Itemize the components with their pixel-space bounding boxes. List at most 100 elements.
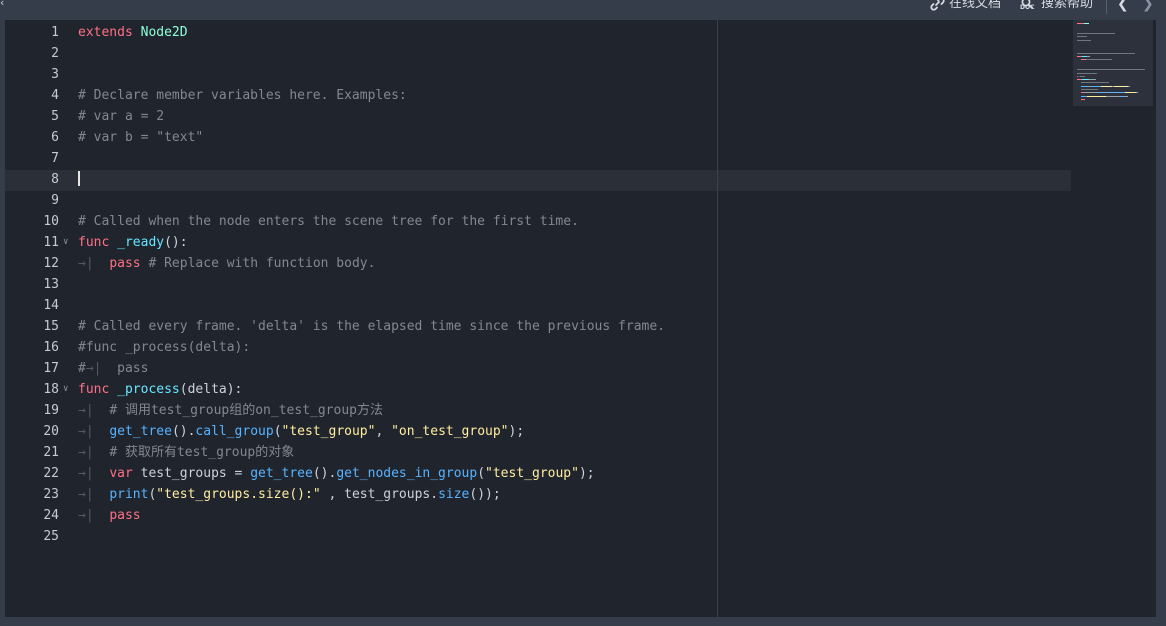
code-line[interactable]: 14 xyxy=(5,295,1071,316)
code-line[interactable]: 2 xyxy=(5,43,1071,64)
code-line[interactable]: 3 xyxy=(5,64,1071,85)
code-line[interactable]: 7 xyxy=(5,148,1071,169)
prev-script-button[interactable]: ❮ xyxy=(1117,0,1129,11)
code-token: pass xyxy=(109,256,141,271)
code-line[interactable]: 9 xyxy=(5,190,1071,211)
code-line[interactable]: 18 ∨ func _process(delta): xyxy=(5,379,1071,400)
next-script-button[interactable]: ❯ xyxy=(1142,0,1154,11)
line-number: 12 xyxy=(43,256,59,271)
code-text: # Declare member variables here. Example… xyxy=(78,85,407,106)
code-line[interactable]: 24 →| pass xyxy=(5,505,1071,526)
line-number: 10 xyxy=(43,214,59,229)
minimap-stroke xyxy=(1098,92,1105,94)
online-docs-button[interactable]: 在线文档 xyxy=(930,0,1001,12)
code-token: _process xyxy=(117,382,180,397)
code-line[interactable]: 6 # var b = "text" xyxy=(5,127,1071,148)
minimap-stroke xyxy=(1077,39,1091,41)
code-line[interactable]: 4 # Declare member variables here. Exampl… xyxy=(5,85,1071,106)
code-token: # Called every frame. 'delta' is the ela… xyxy=(78,319,665,334)
code-line[interactable]: 15 # Called every frame. 'delta' is the e… xyxy=(5,316,1071,337)
code-line[interactable]: 25 xyxy=(5,526,1071,547)
minimap-stroke xyxy=(1081,82,1109,84)
line-number: 13 xyxy=(43,277,59,292)
line-number: 20 xyxy=(43,424,59,439)
line-number: 4 xyxy=(51,88,59,103)
code-token: pass xyxy=(109,508,141,523)
code-text: →| # 调用test_group组的on_test_group方法 xyxy=(78,400,383,421)
toolbar-separator xyxy=(1106,0,1107,14)
code-line[interactable]: 1 extends Node2D xyxy=(5,22,1071,43)
code-line[interactable]: 16 #func _process(delta): xyxy=(5,337,1071,358)
minimap-stroke xyxy=(1077,52,1135,54)
code-line[interactable]: 10 # Called when the node enters the scen… xyxy=(5,211,1071,232)
minimap-stroke xyxy=(1128,85,1130,87)
tab-indicator-icon: →| xyxy=(78,487,110,502)
code-text: func _process(delta): xyxy=(78,379,242,400)
line-number: 16 xyxy=(43,340,59,355)
code-token: # xyxy=(78,361,86,376)
search-doc-icon: DOC xyxy=(1020,0,1037,11)
editor-toolbar: ‹ 在线文档 DOC 搜索帮助 ❮ ❯ xyxy=(0,0,1166,20)
tab-indicator-icon: →| xyxy=(78,466,110,481)
code-line[interactable]: 11 ∨ func _ready(): xyxy=(5,232,1071,253)
minimap-stroke xyxy=(1087,95,1106,97)
fold-arrow-icon[interactable]: ∨ xyxy=(63,379,68,400)
code-token: var xyxy=(109,466,133,481)
code-line[interactable]: 17 #→| pass xyxy=(5,358,1071,379)
code-token: (): xyxy=(164,235,188,250)
code-token: _ready xyxy=(117,235,165,250)
code-minimap[interactable] xyxy=(1073,20,1153,106)
search-help-button[interactable]: DOC 搜索帮助 xyxy=(1020,0,1093,12)
code-line[interactable]: 13 xyxy=(5,274,1071,295)
code-line[interactable]: 5 # var a = 2 xyxy=(5,106,1071,127)
code-token: "test_group" xyxy=(485,466,579,481)
code-token: # Called when the node enters the scene … xyxy=(78,214,579,229)
code-token: "on_test_group" xyxy=(391,424,509,439)
minimap-stroke xyxy=(1106,95,1120,97)
code-text: →| pass # Replace with function body. xyxy=(78,253,375,274)
code-token: #func _process(delta): xyxy=(78,340,251,355)
minimap-stroke xyxy=(1091,85,1100,87)
tab-indicator-icon: →| xyxy=(78,445,110,460)
code-line[interactable]: 19 →| # 调用test_group组的on_test_group方法 xyxy=(5,400,1071,421)
code-editor[interactable]: 1 extends Node2D 2 3 4 # Declare member varia… xyxy=(5,20,1156,617)
line-number: 9 xyxy=(51,193,59,208)
minimap-stroke xyxy=(1077,36,1087,38)
minimap-stroke xyxy=(1077,72,1097,74)
code-text: →| print("test_groups.size():" , test_gr… xyxy=(78,484,501,505)
code-token: # var a = 2 xyxy=(78,109,165,124)
tab-indicator-icon: →| xyxy=(78,256,110,271)
code-token: ()); xyxy=(469,487,501,502)
code-lines[interactable]: 1 extends Node2D 2 3 4 # Declare member varia… xyxy=(5,22,1071,547)
code-line[interactable]: 23 →| print("test_groups.size():" , test_… xyxy=(5,484,1071,505)
code-line[interactable]: 8 xyxy=(5,169,1071,190)
line-number: 5 xyxy=(51,109,59,124)
code-line[interactable]: 12 →| pass # Replace with function body. xyxy=(5,253,1071,274)
code-token: # Declare member variables here. Example… xyxy=(78,88,407,103)
code-token: # Replace with function body. xyxy=(148,256,376,271)
minimap-stroke xyxy=(1081,89,1098,90)
line-number: 23 xyxy=(43,487,59,502)
line-number: 21 xyxy=(43,445,59,460)
code-text: # Called when the node enters the scene … xyxy=(78,211,579,232)
code-token: func xyxy=(78,235,110,250)
code-token: func xyxy=(78,382,110,397)
line-number: 17 xyxy=(43,361,59,376)
code-token: , test_groups. xyxy=(320,487,439,502)
code-text: →| var test_groups = get_tree().get_node… xyxy=(78,463,595,484)
code-line[interactable]: 22 →| var test_groups = get_tree().get_no… xyxy=(5,463,1071,484)
code-line[interactable]: 21 →| # 获取所有test_group的对象 xyxy=(5,442,1071,463)
code-token: print xyxy=(109,487,149,502)
code-token: "test_groups.size():" xyxy=(156,487,321,502)
code-token: , xyxy=(375,424,392,439)
line-number: 25 xyxy=(43,529,59,544)
code-text: # Called every frame. 'delta' is the ela… xyxy=(78,316,665,337)
fold-arrow-icon[interactable]: ∨ xyxy=(63,232,68,253)
code-token: size xyxy=(438,487,470,502)
minimap-stroke xyxy=(1136,92,1138,94)
text-caret xyxy=(78,171,80,186)
code-line[interactable]: 20 →| get_tree().call_group("test_group",… xyxy=(5,421,1071,442)
